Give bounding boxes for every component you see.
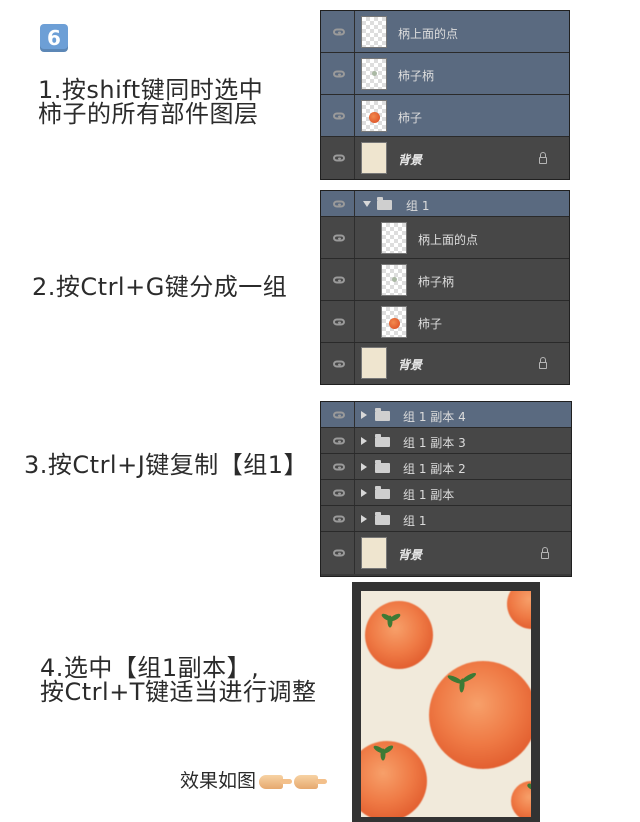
folder-icon: [375, 460, 390, 473]
layer-row[interactable]: 背景: [321, 532, 571, 574]
step-3-line-1: 3.按Ctrl+J键复制【组1】: [24, 451, 309, 479]
group-name: 组 1: [406, 199, 430, 213]
group-row[interactable]: 组 1: [321, 506, 571, 532]
lock-icon: [539, 357, 547, 369]
persimmon: [429, 661, 531, 769]
layer-thumbnail: [381, 222, 407, 254]
group-row[interactable]: 组 1: [321, 191, 569, 217]
layer-thumbnail: [361, 537, 387, 569]
folder-icon: [375, 408, 390, 421]
layer-thumbnail: [361, 142, 387, 174]
folder-icon: [375, 434, 390, 447]
eye-icon[interactable]: [333, 489, 345, 496]
eye-icon[interactable]: [333, 515, 345, 522]
eye-icon[interactable]: [333, 549, 345, 557]
step-1-line-1: 1.按shift键同时选中: [38, 76, 264, 104]
group-name: 组 1 副本 3: [403, 436, 466, 450]
layer-thumbnail: [361, 58, 387, 90]
eye-icon[interactable]: [333, 28, 345, 35]
persimmon: [365, 601, 433, 669]
layer-name: 柄上面的点: [398, 27, 459, 41]
layer-row[interactable]: 背景: [321, 137, 569, 179]
eye-icon[interactable]: [333, 411, 345, 418]
step-badge: 6: [40, 24, 68, 52]
eye-icon[interactable]: [333, 437, 345, 444]
layers-panel-1: 柄上面的点 柿子柄 柿子 背景: [320, 10, 570, 180]
eye-icon[interactable]: [333, 360, 345, 367]
eye-icon[interactable]: [333, 234, 345, 241]
layer-row[interactable]: 柿子柄: [321, 259, 569, 301]
folder-icon: [375, 486, 390, 499]
persimmon: [361, 741, 427, 817]
effect-caption: 效果如图: [180, 766, 328, 793]
collapse-triangle-icon[interactable]: [361, 437, 367, 445]
canvas-artwork: [361, 591, 531, 817]
layer-row[interactable]: 柿子: [321, 95, 569, 137]
eye-icon[interactable]: [333, 276, 345, 283]
eye-icon[interactable]: [333, 112, 345, 119]
expand-triangle-icon[interactable]: [363, 201, 371, 207]
collapse-triangle-icon[interactable]: [361, 489, 367, 497]
step-3-text: 3.按Ctrl+J键复制【组1】: [24, 453, 308, 477]
layer-thumbnail: [361, 100, 387, 132]
layers-panel-2: 组 1 柄上面的点 柿子柄 柿子 背景: [320, 190, 570, 385]
layer-row[interactable]: 柿子柄: [321, 53, 569, 95]
eye-icon[interactable]: [333, 318, 345, 325]
group-name: 组 1 副本: [403, 488, 455, 502]
lock-icon: [539, 152, 547, 164]
group-name: 组 1: [403, 514, 427, 528]
folder-icon: [377, 197, 392, 210]
effect-label: 效果如图: [180, 770, 257, 792]
group-name: 组 1 副本 2: [403, 462, 466, 476]
result-canvas: [352, 582, 540, 822]
step-4-text: 4.选中【组1副本】, 按Ctrl+T键适当进行调整: [40, 656, 316, 704]
layer-row[interactable]: 柄上面的点: [321, 11, 569, 53]
eye-icon[interactable]: [333, 70, 345, 77]
eye-icon[interactable]: [333, 200, 345, 207]
step-1-text: 1.按shift键同时选中 柿子的所有部件图层: [38, 78, 263, 126]
group-row[interactable]: 组 1 副本: [321, 480, 571, 506]
layer-thumbnail: [381, 264, 407, 296]
layer-row[interactable]: 柿子: [321, 301, 569, 343]
step-2-line-1: 2.按Ctrl+G键分成一组: [32, 273, 288, 301]
lock-icon: [541, 547, 549, 559]
layer-name: 柿子柄: [418, 275, 455, 289]
group-name: 组 1 副本 4: [403, 410, 466, 424]
eye-icon[interactable]: [333, 154, 345, 162]
layer-thumbnail: [361, 16, 387, 48]
layer-thumbnail: [381, 306, 407, 338]
layer-name: 背景: [398, 548, 423, 562]
group-row[interactable]: 组 1 副本 2: [321, 454, 571, 480]
folder-icon: [375, 512, 390, 525]
collapse-triangle-icon[interactable]: [361, 463, 367, 471]
pointing-hand-icon: [259, 774, 293, 789]
group-row[interactable]: 组 1 副本 3: [321, 428, 571, 454]
group-row[interactable]: 组 1 副本 4: [321, 402, 571, 428]
layer-name: 柿子柄: [398, 69, 435, 83]
collapse-triangle-icon[interactable]: [361, 411, 367, 419]
step-4-line-2: 按Ctrl+T键适当进行调整: [40, 678, 317, 706]
step-4-line-1: 4.选中【组1副本】,: [40, 654, 260, 682]
layer-name: 背景: [398, 153, 423, 167]
layer-name: 柿子: [418, 317, 443, 331]
layer-row[interactable]: 背景: [321, 343, 569, 384]
layer-name: 柿子: [398, 111, 423, 125]
eye-icon[interactable]: [333, 463, 345, 470]
layer-name: 柄上面的点: [418, 233, 479, 247]
layer-row[interactable]: 柄上面的点: [321, 217, 569, 259]
persimmon: [507, 591, 531, 629]
layer-thumbnail: [361, 347, 387, 379]
layer-name: 背景: [398, 358, 423, 372]
step-2-text: 2.按Ctrl+G键分成一组: [32, 275, 287, 299]
layers-panel-3: 组 1 副本 4 组 1 副本 3 组 1 副本 2 组 1 副本 组 1 背景: [320, 401, 572, 577]
collapse-triangle-icon[interactable]: [361, 515, 367, 523]
pointing-hand-icon: [294, 774, 328, 789]
step-1-line-2: 柿子的所有部件图层: [38, 100, 259, 128]
